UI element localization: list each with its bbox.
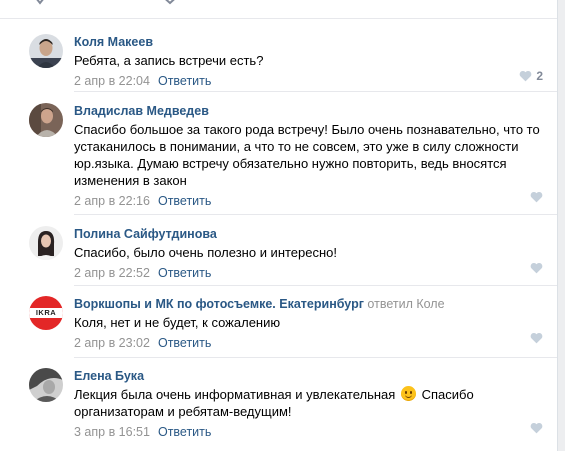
comment-icon[interactable]: [95, 0, 117, 5]
comment-meta: 2 апр в 23:02 Ответить: [74, 335, 548, 351]
comment-body: Коля Макеев Ребята, а запись встречи ест…: [74, 34, 548, 89]
comment-author[interactable]: Елена Бука: [74, 368, 548, 384]
comment-item: Владислав Медведев Спасибо большое за та…: [0, 103, 557, 208]
comment-like-button[interactable]: [530, 420, 543, 436]
comment-body: Воркшопы и МК по фотосъемке. Екатеринбур…: [74, 296, 548, 351]
comment-text-part: Лекция была очень информативная и увлека…: [74, 387, 396, 402]
comment-like-button[interactable]: 2: [519, 68, 543, 84]
comments-card: 9 Коля Макеев Ребята, а запись встречи е…: [0, 0, 558, 451]
comment-date[interactable]: 2 апр в 22:04: [74, 74, 150, 88]
comment-meta: 3 апр в 16:51 Ответить: [74, 424, 548, 440]
share-icon[interactable]: [160, 0, 182, 5]
comment-date[interactable]: 2 апр в 22:52: [74, 266, 150, 280]
comment-author-line: Воркшопы и МК по фотосъемке. Екатеринбур…: [74, 296, 548, 312]
like-count: 2: [536, 69, 543, 83]
comment-like-button[interactable]: [530, 260, 543, 276]
heart-icon: [519, 70, 532, 82]
comment-meta: 2 апр в 22:52 Ответить: [74, 265, 548, 281]
comment-like-button[interactable]: [530, 189, 543, 205]
heart-icon: [530, 191, 543, 203]
smile-emoji-icon: [400, 386, 416, 401]
comment-author[interactable]: Полина Сайфутдинова: [74, 226, 548, 242]
comment-divider: [74, 91, 557, 92]
avatar-logo-band: IKRA: [29, 308, 63, 318]
comment-divider: [74, 357, 557, 358]
reply-button[interactable]: Ответить: [158, 336, 211, 350]
comment-meta: 2 апр в 22:16 Ответить: [74, 193, 548, 209]
avatar[interactable]: IKRA: [29, 296, 63, 330]
heart-icon: [530, 422, 543, 434]
comment-divider: [74, 285, 557, 286]
like-icon[interactable]: [30, 0, 50, 5]
comment-divider: [74, 214, 557, 215]
comment-author[interactable]: Владислав Медведев: [74, 103, 548, 119]
comment-like-button[interactable]: [530, 330, 543, 346]
heart-icon: [530, 262, 543, 274]
comment-date[interactable]: 3 апр в 16:51: [74, 425, 150, 439]
avatar-logo-text: IKRA: [35, 308, 57, 317]
post-actions-bar: 9: [0, 0, 557, 19]
comment-date[interactable]: 2 апр в 23:02: [74, 336, 150, 350]
heart-icon: [530, 332, 543, 344]
reply-button[interactable]: Ответить: [158, 425, 211, 439]
reply-button[interactable]: Ответить: [158, 194, 211, 208]
comment-meta: 2 апр в 22:04 Ответить: [74, 73, 548, 89]
avatar[interactable]: [29, 226, 63, 260]
comment-author[interactable]: Воркшопы и МК по фотосъемке. Екатеринбур…: [74, 297, 364, 311]
reply-button[interactable]: Ответить: [158, 266, 211, 280]
comment-item: Полина Сайфутдинова Спасибо, было очень …: [0, 226, 557, 280]
comment-item: Коля Макеев Ребята, а запись встречи ест…: [0, 34, 557, 88]
views-icon: [497, 0, 513, 5]
comment-item: Елена Бука Лекция была очень информативн…: [0, 368, 557, 439]
avatar[interactable]: [29, 103, 63, 137]
comment-text: Ребята, а запись встречи есть?: [74, 53, 264, 68]
comment-text: Спасибо, было очень полезно и интересно!: [74, 245, 338, 260]
reply-button[interactable]: Ответить: [158, 74, 211, 88]
comment-text: Лекция была очень информативная и увлека…: [74, 386, 548, 420]
replied-to-link[interactable]: ответил Коле: [367, 297, 444, 311]
comment-body: Полина Сайфутдинова Спасибо, было очень …: [74, 226, 548, 281]
comment-item: IKRA Воркшопы и МК по фотосъемке. Екатер…: [0, 296, 557, 350]
comment-text: Спасибо большое за такого рода встречу! …: [74, 122, 540, 188]
comment-body: Елена Бука Лекция была очень информативн…: [74, 368, 548, 440]
comment-text: Коля, нет и не будет, к сожалению: [74, 315, 281, 330]
comment-author[interactable]: Коля Макеев: [74, 34, 548, 50]
avatar[interactable]: [29, 368, 63, 402]
avatar[interactable]: [29, 34, 63, 68]
comment-date[interactable]: 2 апр в 22:16: [74, 194, 150, 208]
comment-body: Владислав Медведев Спасибо большое за та…: [74, 103, 548, 209]
